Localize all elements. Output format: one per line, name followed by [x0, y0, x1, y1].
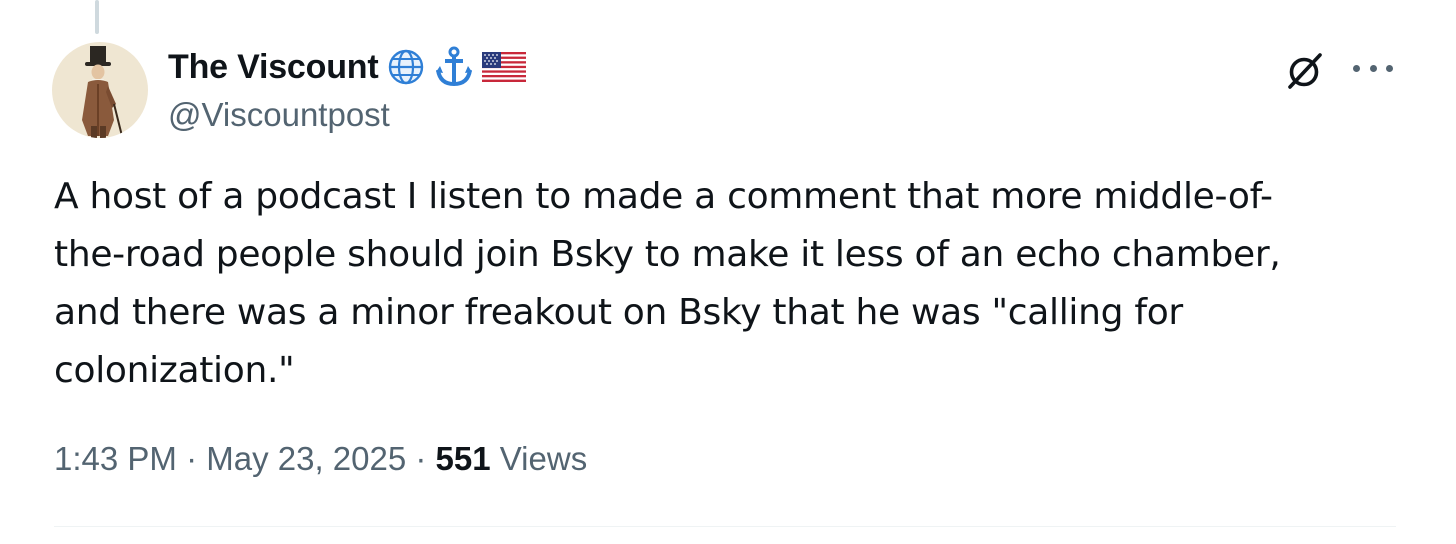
- author-handle[interactable]: @Viscountpost: [168, 96, 526, 134]
- tweet-time[interactable]: 1:43 PM: [54, 440, 177, 478]
- more-dot: [1386, 64, 1393, 72]
- meta-separator: ·: [176, 440, 207, 477]
- thread-connector-line: [95, 0, 99, 34]
- views-count: 551: [435, 440, 491, 477]
- tweet-text: A host of a podcast I listen to made a c…: [54, 176, 1281, 391]
- author-block: The Viscount @Viscountpost: [168, 44, 527, 134]
- avatar-image: [52, 42, 148, 138]
- avatar[interactable]: [52, 42, 148, 138]
- tweet-date[interactable]: May 23, 2025: [206, 440, 406, 478]
- divider: [54, 526, 1396, 527]
- author-display-name[interactable]: The Viscount: [168, 48, 379, 87]
- meta-separator: ·: [406, 440, 436, 477]
- anchor-icon: [434, 46, 474, 88]
- grok-icon[interactable]: [1284, 50, 1326, 97]
- author-name-row: The Viscount: [168, 44, 527, 90]
- globe-icon: [386, 47, 426, 87]
- more-dot: [1369, 64, 1377, 72]
- tweet-meta: 1:43 PM · May 23, 2025 · 551 Views: [54, 440, 587, 478]
- views-label: Views: [499, 440, 588, 477]
- us-flag-icon: [482, 52, 527, 82]
- more-icon[interactable]: [1353, 58, 1393, 78]
- more-dot: [1353, 64, 1360, 72]
